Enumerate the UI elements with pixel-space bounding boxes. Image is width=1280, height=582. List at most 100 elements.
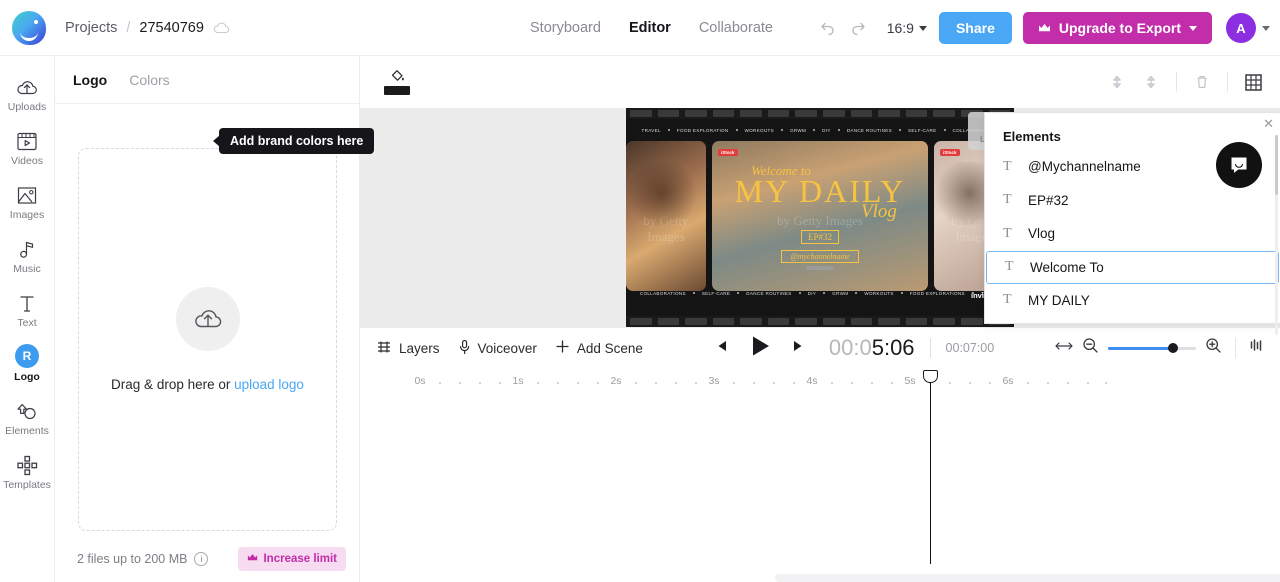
sidebar-item-templates[interactable]: Templates — [0, 450, 55, 491]
aspect-ratio-selector[interactable]: 16:9 — [887, 20, 927, 36]
color-swatch[interactable] — [384, 86, 410, 95]
title-overlay[interactable]: Welcome to MY DAILY Vlog EP#32 @mychanne… — [626, 163, 1014, 270]
upgrade-to-export-button[interactable]: Upgrade to Export — [1022, 12, 1212, 44]
ticker-word: DIY — [822, 127, 831, 133]
episode-badge[interactable]: EP#32 — [800, 230, 839, 244]
avatar: A — [1226, 13, 1256, 43]
channel-handle[interactable]: @mychannelname — [781, 250, 859, 263]
breadcrumb-separator: / — [126, 19, 131, 36]
ticker-word: SELF-CARE — [908, 127, 937, 133]
zoom-slider[interactable] — [1108, 343, 1196, 353]
app-header: Projects / 27540769 Storyboard Editor Co… — [0, 0, 1280, 56]
grid-icon[interactable] — [1240, 69, 1266, 95]
voiceover-button[interactable]: Voiceover — [458, 339, 537, 358]
logo-dropzone[interactable]: Drag & drop here or upload logo — [78, 148, 337, 531]
brand-colors-tooltip: Add brand colors here — [212, 128, 375, 154]
divider — [1176, 72, 1177, 92]
chat-bubble-icon[interactable] — [1216, 142, 1262, 188]
trash-icon[interactable] — [1189, 69, 1215, 95]
ruler-tick: 6s — [1002, 375, 1014, 387]
file-limit-info: 2 files up to 200 MB i — [77, 552, 209, 566]
element-list-item[interactable]: T EP#32 — [985, 184, 1280, 218]
upload-logo-link[interactable]: upload logo — [234, 377, 304, 392]
playhead-marker-icon[interactable] — [923, 370, 938, 383]
element-list-item-selected[interactable]: T Welcome To — [986, 250, 1279, 284]
element-list-item[interactable]: T MY DAILY — [985, 284, 1280, 318]
ticker-word: FOOD EXPLORATIONS — [909, 290, 965, 296]
play-icon[interactable] — [747, 333, 773, 364]
logo-panel-tabs: Logo Colors — [55, 56, 359, 104]
cloud-upload-icon — [15, 72, 39, 98]
film-strip-bottom — [626, 316, 1014, 327]
redo-icon[interactable] — [843, 13, 873, 43]
element-list-item[interactable]: T Vlog — [985, 217, 1280, 251]
canvas-tools — [1104, 69, 1266, 95]
ticker-word: WORKOUTS — [744, 127, 774, 133]
account-menu[interactable]: A — [1226, 13, 1270, 43]
chevron-down-icon — [1262, 25, 1270, 31]
text-t-icon: T — [1005, 259, 1014, 274]
timeline-horizontal-scrollbar[interactable] — [775, 574, 1280, 582]
tab-editor[interactable]: Editor — [629, 20, 671, 36]
element-label: @Mychannelname — [1028, 159, 1141, 175]
audio-levels-icon[interactable] — [1249, 338, 1264, 358]
timeline-zoom-controls — [1055, 337, 1264, 359]
brand-logo-icon[interactable] — [12, 10, 46, 45]
divider — [929, 338, 931, 358]
current-time-dim: 00:0 — [828, 335, 872, 360]
layers-button[interactable]: Layers — [376, 339, 440, 358]
logo-badge-initial: R — [15, 344, 39, 368]
sidebar-label: Elements — [5, 425, 49, 437]
increase-limit-button[interactable]: Increase limit — [238, 547, 346, 571]
upgrade-label: Upgrade to Export — [1058, 20, 1181, 36]
zoom-in-icon[interactable] — [1205, 337, 1222, 359]
tab-storyboard[interactable]: Storyboard — [530, 20, 601, 36]
ticker-word: FOOD EXPLORATION — [676, 127, 729, 133]
timeline-ruler[interactable]: 0s 1s 2s 3s 4s 5s 6s — [360, 374, 1280, 394]
fit-width-icon[interactable] — [1055, 339, 1073, 357]
undo-icon[interactable] — [813, 13, 843, 43]
ticker-top: TRAVEL FOOD EXPLORATION WORKOUTS GRWM DI… — [626, 121, 1014, 139]
add-scene-label: Add Scene — [576, 340, 643, 356]
move-down-icon[interactable] — [1138, 69, 1164, 95]
current-time: 00:05:06 — [829, 335, 915, 361]
element-label: EP#32 — [1028, 192, 1069, 208]
zoom-out-icon[interactable] — [1082, 337, 1099, 359]
playback-toolbar: Layers Voiceover Add Scene 00:05:06 00:0… — [360, 327, 1280, 368]
sidebar-item-elements[interactable]: Elements — [0, 396, 55, 437]
sidebar-item-logo[interactable]: R Logo — [0, 342, 55, 383]
info-icon[interactable]: i — [194, 552, 209, 566]
selection-handle[interactable] — [806, 266, 834, 270]
divider — [1235, 338, 1236, 358]
breadcrumb-project-id[interactable]: 27540769 — [139, 20, 204, 36]
sidebar-item-uploads[interactable]: Uploads — [0, 72, 55, 113]
tab-collaborate[interactable]: Collaborate — [699, 20, 773, 36]
element-label: MY DAILY — [1028, 292, 1090, 308]
ticker-word: DANCE ROUTINES — [746, 290, 792, 296]
text-t-icon — [17, 288, 37, 314]
ruler-tick: 1s — [512, 375, 524, 387]
add-scene-button[interactable]: Add Scene — [555, 339, 643, 357]
skip-previous-icon[interactable] — [713, 338, 729, 359]
video-preview[interactable]: TRAVEL FOOD EXPLORATION WORKOUTS GRWM DI… — [626, 108, 1014, 327]
panel-tab-logo[interactable]: Logo — [73, 72, 107, 88]
close-icon[interactable]: ✕ — [1263, 116, 1274, 132]
sidebar-item-images[interactable]: Images — [0, 180, 55, 221]
sidebar-item-music[interactable]: Music — [0, 234, 55, 275]
panel-tab-colors[interactable]: Colors — [129, 72, 169, 88]
share-button[interactable]: Share — [938, 12, 1012, 44]
sidebar-label: Logo — [14, 371, 40, 383]
sidebar-item-videos[interactable]: Videos — [0, 126, 55, 167]
total-duration: 00:07:00 — [945, 341, 995, 355]
element-label: Vlog — [1028, 226, 1056, 242]
skip-next-icon[interactable] — [791, 338, 807, 359]
paint-bucket-icon[interactable] — [384, 69, 410, 95]
elements-scrollbar[interactable] — [1275, 135, 1278, 335]
move-up-icon[interactable] — [1104, 69, 1130, 95]
sidebar-label: Videos — [11, 155, 43, 167]
timeline-playhead[interactable] — [923, 370, 938, 564]
video-frame-icon — [16, 126, 38, 152]
increase-limit-label: Increase limit — [263, 553, 337, 565]
sidebar-item-text[interactable]: Text — [0, 288, 55, 329]
breadcrumb-projects[interactable]: Projects — [65, 20, 117, 36]
